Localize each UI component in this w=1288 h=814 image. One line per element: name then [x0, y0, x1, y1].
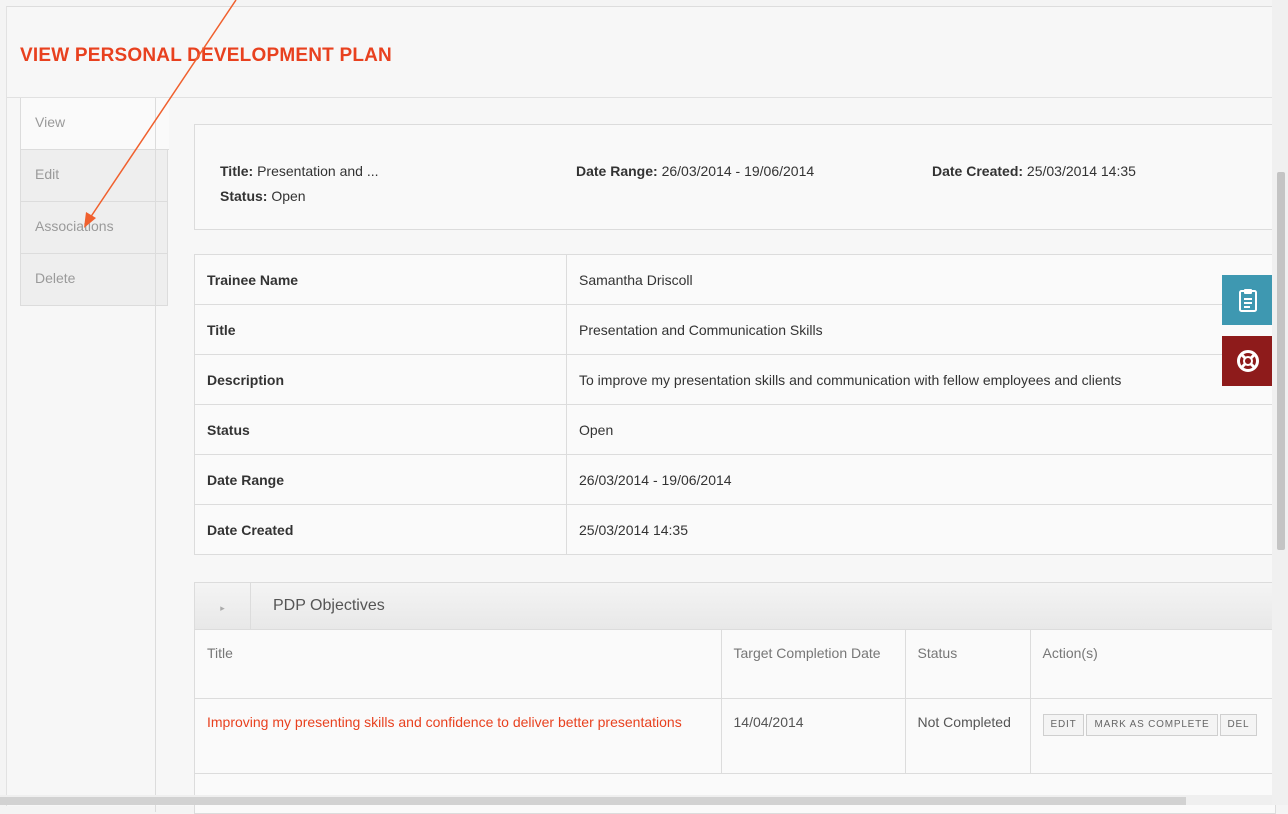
table-row: Date Created 25/03/2014 14:35	[194, 504, 1274, 555]
page-container: VIEW PERSONAL DEVELOPMENT PLAN View Edit…	[6, 6, 1276, 814]
detail-value: Presentation and Communication Skills	[566, 304, 1274, 355]
detail-key: Date Range	[194, 454, 567, 505]
horizontal-scroll-thumb[interactable]	[0, 797, 1186, 805]
column-header: Action(s)	[1030, 630, 1275, 699]
page-title: VIEW PERSONAL DEVELOPMENT PLAN	[20, 45, 392, 66]
table-header-row: Title Target Completion Date Status Acti…	[195, 630, 1275, 699]
tab-divider	[155, 98, 156, 812]
plan-details-table: Trainee Name Samantha Driscoll Title Pre…	[194, 254, 1274, 555]
expand-toggle[interactable]: ▸	[195, 583, 251, 629]
plan-summary: Title: Presentation and ... Status: Open…	[194, 124, 1276, 230]
mark-complete-button[interactable]: MARK AS COMPLETE	[1086, 713, 1218, 736]
table-row: Trainee Name Samantha Driscoll	[194, 254, 1274, 305]
column-header: Status	[905, 630, 1031, 699]
summary-title-value: Presentation and ...	[257, 163, 379, 179]
edit-button[interactable]: EDIT	[1042, 713, 1085, 736]
column-header: Target Completion Date	[721, 630, 906, 699]
column-header: Title	[195, 630, 722, 699]
summary-date-created: Date Created: 25/03/2014 14:35	[932, 163, 1136, 179]
table-row: Improving my presenting skills and confi…	[195, 698, 1275, 774]
objective-target-date: 14/04/2014	[721, 698, 906, 774]
summary-date-range: Date Range: 26/03/2014 - 19/06/2014	[576, 163, 814, 179]
objectives-header: ▸ PDP Objectives	[195, 583, 1275, 630]
detail-key: Trainee Name	[194, 254, 567, 305]
clipboard-icon	[1238, 289, 1257, 312]
tab-edit[interactable]: Edit	[20, 150, 168, 202]
lifebuoy-icon	[1236, 350, 1259, 372]
detail-value: To improve my presentation skills and co…	[566, 354, 1274, 405]
detail-value: 26/03/2014 - 19/06/2014	[566, 454, 1274, 505]
vertical-scroll-thumb[interactable]	[1277, 172, 1285, 550]
summary-status: Status: Open	[220, 188, 306, 204]
notes-button[interactable]	[1222, 275, 1273, 325]
tab-view[interactable]: View	[20, 98, 169, 150]
objectives-table: Title Target Completion Date Status Acti…	[195, 630, 1275, 774]
objectives-panel: ▸ PDP Objectives Title Target Completion…	[194, 582, 1276, 814]
detail-key: Description	[194, 354, 567, 405]
detail-key: Date Created	[194, 504, 567, 555]
delete-button[interactable]: DEL	[1219, 713, 1258, 736]
detail-key: Title	[194, 304, 567, 355]
summary-range-label: Date Range:	[576, 163, 658, 179]
summary-range-value: 26/03/2014 - 19/06/2014	[661, 163, 815, 179]
objective-title-link[interactable]: Improving my presenting skills and confi…	[195, 698, 722, 774]
summary-created-label: Date Created:	[932, 163, 1024, 179]
table-row: Title Presentation and Communication Ski…	[194, 304, 1274, 355]
objectives-heading: PDP Objectives	[273, 597, 385, 614]
detail-value: 25/03/2014 14:35	[566, 504, 1274, 555]
table-row: Status Open	[194, 404, 1274, 455]
side-tabs: View Edit Associations Delete	[20, 98, 169, 306]
detail-value: Samantha Driscoll	[566, 254, 1274, 305]
tab-associations[interactable]: Associations	[20, 202, 168, 254]
objective-actions: EDIT MARK AS COMPLETE DEL	[1030, 698, 1275, 774]
summary-created-value: 25/03/2014 14:35	[1026, 163, 1136, 179]
caret-right-icon: ▸	[220, 603, 225, 613]
detail-key: Status	[194, 404, 567, 455]
summary-status-value: Open	[271, 188, 306, 204]
table-row: Description To improve my presentation s…	[194, 354, 1274, 405]
divider	[7, 97, 1273, 98]
tab-delete[interactable]: Delete	[20, 254, 168, 306]
summary-title-label: Title:	[220, 163, 254, 179]
summary-title: Title: Presentation and ...	[220, 163, 379, 179]
objective-status: Not Completed	[905, 698, 1031, 774]
table-row: Date Range 26/03/2014 - 19/06/2014	[194, 454, 1274, 505]
help-button[interactable]	[1222, 336, 1273, 386]
detail-value: Open	[566, 404, 1274, 455]
summary-status-label: Status:	[220, 188, 268, 204]
